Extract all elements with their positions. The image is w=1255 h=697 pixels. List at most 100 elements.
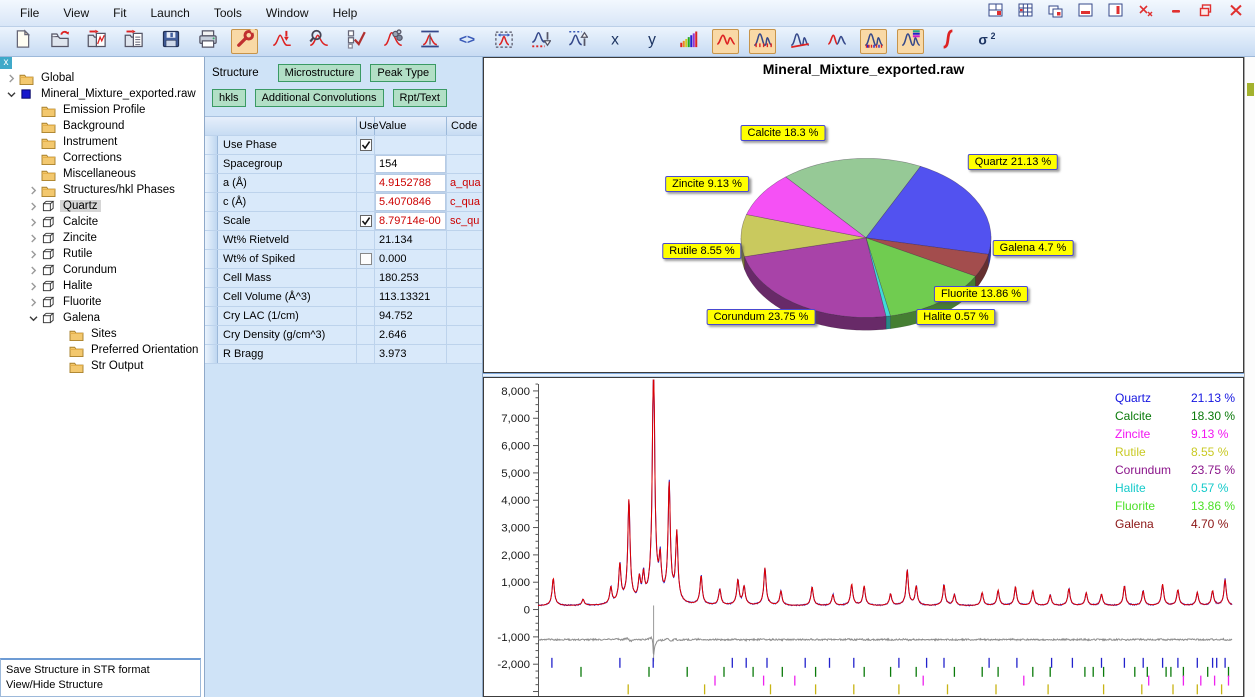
show-background-button[interactable] (786, 29, 813, 54)
row-selector[interactable] (205, 269, 218, 287)
row-selector[interactable] (205, 231, 218, 249)
chevron-collapsed-icon[interactable] (27, 202, 40, 211)
pie-label-quartz[interactable]: Quartz 21.13 % (968, 154, 1058, 170)
row-selector[interactable] (205, 193, 218, 211)
tree-item-miscellaneous[interactable]: Miscellaneous (0, 166, 204, 182)
open-file-button[interactable] (46, 29, 73, 54)
chevron-collapsed-icon[interactable] (5, 74, 18, 83)
window-cascade-button[interactable] (1047, 5, 1065, 21)
chevron-expanded-icon[interactable] (27, 315, 40, 322)
row-selector[interactable] (205, 326, 218, 344)
tree-item-corundum[interactable]: Corundum (0, 262, 204, 278)
tree-item-structures-hkl-phases[interactable]: Structures/hkl Phases (0, 182, 204, 198)
checkbox-checked[interactable] (360, 215, 372, 227)
new-document-button[interactable] (9, 29, 36, 54)
chevron-collapsed-icon[interactable] (27, 186, 40, 195)
delete-scan-button[interactable] (1137, 5, 1155, 21)
param-value[interactable]: 8.79714e-00 (375, 212, 447, 230)
tree-item-halite[interactable]: Halite (0, 278, 204, 294)
show-cumulative-button[interactable] (934, 29, 961, 54)
rpt-text-button[interactable]: Rpt/Text (393, 89, 447, 107)
restore-window-button[interactable] (1197, 5, 1215, 21)
menu-window[interactable]: Window (254, 3, 321, 23)
fit-settings-button[interactable] (231, 29, 258, 54)
tree-item-quartz[interactable]: Quartz (0, 198, 204, 214)
refinement-options-button[interactable] (342, 29, 369, 54)
menu-fit[interactable]: Fit (101, 3, 138, 23)
checkbox-checked[interactable] (360, 139, 372, 151)
param-value[interactable]: 4.9152788 (375, 174, 447, 192)
tree-item-corrections[interactable]: Corrections (0, 150, 204, 166)
chevron-collapsed-icon[interactable] (27, 282, 40, 291)
minimize-window-button[interactable] (1167, 5, 1185, 21)
close-window-button[interactable] (1227, 5, 1245, 21)
row-selector[interactable] (205, 250, 218, 268)
window-tile-horizontal-button[interactable] (1077, 5, 1095, 21)
use-checkbox-cell[interactable] (357, 136, 375, 154)
shift-pattern-up-button[interactable] (564, 29, 591, 54)
row-selector[interactable] (205, 288, 218, 306)
peak-type-button[interactable]: Peak Type (370, 64, 436, 82)
save-file-button[interactable] (157, 29, 184, 54)
chevron-collapsed-icon[interactable] (27, 298, 40, 307)
pie-label-zincite[interactable]: Zincite 9.13 % (665, 176, 749, 192)
use-checkbox-cell[interactable] (357, 250, 375, 268)
row-selector[interactable] (205, 345, 218, 363)
show-observed-button[interactable] (823, 29, 850, 54)
tree-item-rutile[interactable]: Rutile (0, 246, 204, 262)
show-sigma-button[interactable]: σ2 (971, 29, 998, 54)
text-editor-button[interactable]: <> (453, 29, 480, 54)
x-axis-options-button[interactable]: x (601, 29, 628, 54)
row-selector[interactable] (205, 307, 218, 325)
menu-view[interactable]: View (51, 3, 101, 23)
tree-item-calcite[interactable]: Calcite (0, 214, 204, 230)
show-phase-colors-button[interactable] (897, 29, 924, 54)
show-calculated-button[interactable] (712, 29, 739, 54)
use-checkbox-cell[interactable] (357, 212, 375, 230)
pie-label-fluorite[interactable]: Fluorite 13.86 % (934, 286, 1028, 302)
tree-item-fluorite[interactable]: Fluorite (0, 294, 204, 310)
pie-label-galena[interactable]: Galena 4.7 % (993, 240, 1074, 256)
tree-item-background[interactable]: Background (0, 118, 204, 134)
chevron-expanded-icon[interactable] (5, 91, 18, 98)
tree-item-emission-profile[interactable]: Emission Profile (0, 102, 204, 118)
additional-convolutions-button[interactable]: Additional Convolutions (255, 89, 384, 107)
tree-item-galena[interactable]: Galena (0, 310, 204, 326)
scrollbar-marker[interactable] (1247, 83, 1254, 96)
insert-peak-button[interactable] (268, 29, 295, 54)
menu-tools[interactable]: Tools (202, 3, 254, 23)
checkbox-unchecked[interactable] (360, 253, 372, 265)
import-scan-file-button[interactable] (83, 29, 110, 54)
close-panel-button[interactable]: x (0, 57, 12, 69)
window-thumbnail-pane-button[interactable] (987, 5, 1005, 21)
tree-item-zincite[interactable]: Zincite (0, 230, 204, 246)
param-value[interactable]: 5.4070846 (375, 193, 447, 211)
row-selector[interactable] (205, 155, 218, 173)
tree-item-str-output[interactable]: Str Output (0, 358, 204, 374)
tree-item-mineral-mixture-exported-raw[interactable]: Mineral_Mixture_exported.raw (0, 86, 204, 102)
row-selector[interactable] (205, 174, 218, 192)
tree-item-global[interactable]: Global (0, 70, 204, 86)
chevron-collapsed-icon[interactable] (27, 234, 40, 243)
window-tile-vertical-button[interactable] (1107, 5, 1125, 21)
hkls-button[interactable]: hkls (212, 89, 246, 107)
diffraction-pattern-panel[interactable]: 8,0007,0006,0005,0004,0003,0002,0001,000… (483, 377, 1244, 697)
chevron-collapsed-icon[interactable] (27, 266, 40, 275)
zoom-to-fit-button[interactable] (490, 29, 517, 54)
y-axis-options-button[interactable]: y (638, 29, 665, 54)
microstructure-button[interactable]: Microstructure (278, 64, 362, 82)
pie-chart-panel[interactable]: Mineral_Mixture_exported.raw Calcite 18.… (483, 57, 1244, 373)
menu-file[interactable]: File (8, 3, 51, 23)
print-button[interactable] (194, 29, 221, 54)
tree-item-preferred-orientation[interactable]: Preferred Orientation (0, 342, 204, 358)
param-value[interactable]: 154 (375, 155, 447, 173)
chevron-collapsed-icon[interactable] (27, 218, 40, 227)
pie-label-rutile[interactable]: Rutile 8.55 % (662, 243, 741, 259)
scrollbar[interactable] (1244, 57, 1255, 697)
peak-search-button[interactable] (305, 29, 332, 54)
shift-pattern-down-button[interactable] (527, 29, 554, 54)
row-selector[interactable] (205, 212, 218, 230)
view-structure-button[interactable] (379, 29, 406, 54)
peak-range-button[interactable] (416, 29, 443, 54)
tree-item-sites[interactable]: Sites (0, 326, 204, 342)
